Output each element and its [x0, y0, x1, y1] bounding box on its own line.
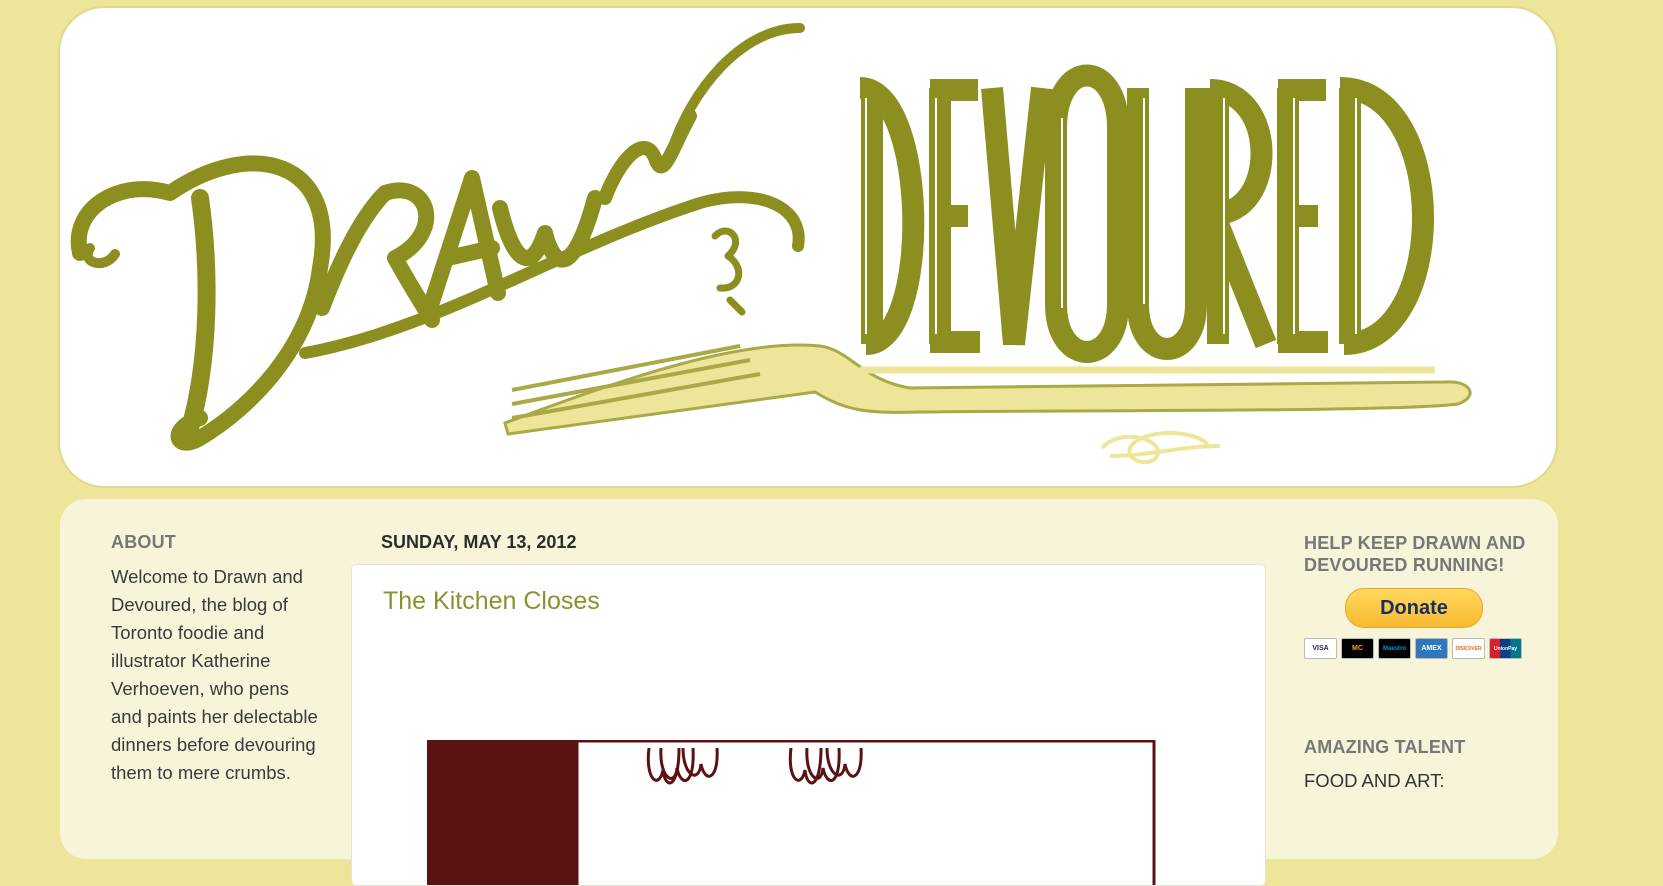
amazing-talent-text: FOOD AND ART: — [1304, 770, 1445, 791]
illustration-dark-panel — [427, 740, 577, 885]
content-area: ABOUT Welcome to Drawn and Devoured, the… — [60, 499, 1558, 886]
amazing-talent-widget: AMAZING TALENT FOOD AND ART: — [1304, 737, 1536, 792]
hanging-utensils — [646, 747, 863, 785]
help-title: HELP KEEP DRAWN AND DEVOURED RUNNING! — [1304, 533, 1526, 575]
discover-card-icon: DISCOVER — [1452, 638, 1485, 659]
payment-cards: VISA MC Maestro AMEX DISCOVER UnionPay — [1304, 638, 1524, 659]
donate-widget: Donate — [1304, 588, 1524, 628]
illustration-frame — [575, 740, 1156, 885]
amazing-talent-title: AMAZING TALENT — [1304, 737, 1466, 757]
donate-button[interactable]: Donate — [1345, 588, 1483, 628]
drawn-and-devoured-logo[interactable] — [60, 8, 1556, 486]
mastercard-icon: MC — [1341, 638, 1374, 659]
left-sidebar: ABOUT Welcome to Drawn and Devoured, the… — [111, 532, 321, 787]
amex-card-icon: AMEX — [1415, 638, 1448, 659]
post-title-link[interactable]: The Kitchen Closes — [383, 587, 600, 616]
fork-illustration — [503, 343, 1472, 436]
about-text: Welcome to Drawn and Devoured, the blog … — [111, 566, 318, 783]
unionpay-card-icon: UnionPay — [1489, 638, 1522, 659]
blog-post: The Kitchen Closes — [351, 564, 1266, 886]
bottom-flourish — [1100, 431, 1221, 464]
about-title: ABOUT — [111, 532, 176, 552]
visa-card-icon: VISA — [1304, 638, 1337, 659]
devoured-lettering — [858, 64, 1434, 363]
date-header: SUNDAY, MAY 13, 2012 — [381, 532, 577, 552]
kitchen-illustration[interactable] — [427, 740, 1197, 886]
maestro-card-icon: Maestro — [1378, 638, 1411, 659]
blog-header[interactable] — [60, 8, 1556, 486]
right-sidebar: HELP KEEP DRAWN AND DEVOURED RUNNING! Do… — [1304, 532, 1536, 792]
